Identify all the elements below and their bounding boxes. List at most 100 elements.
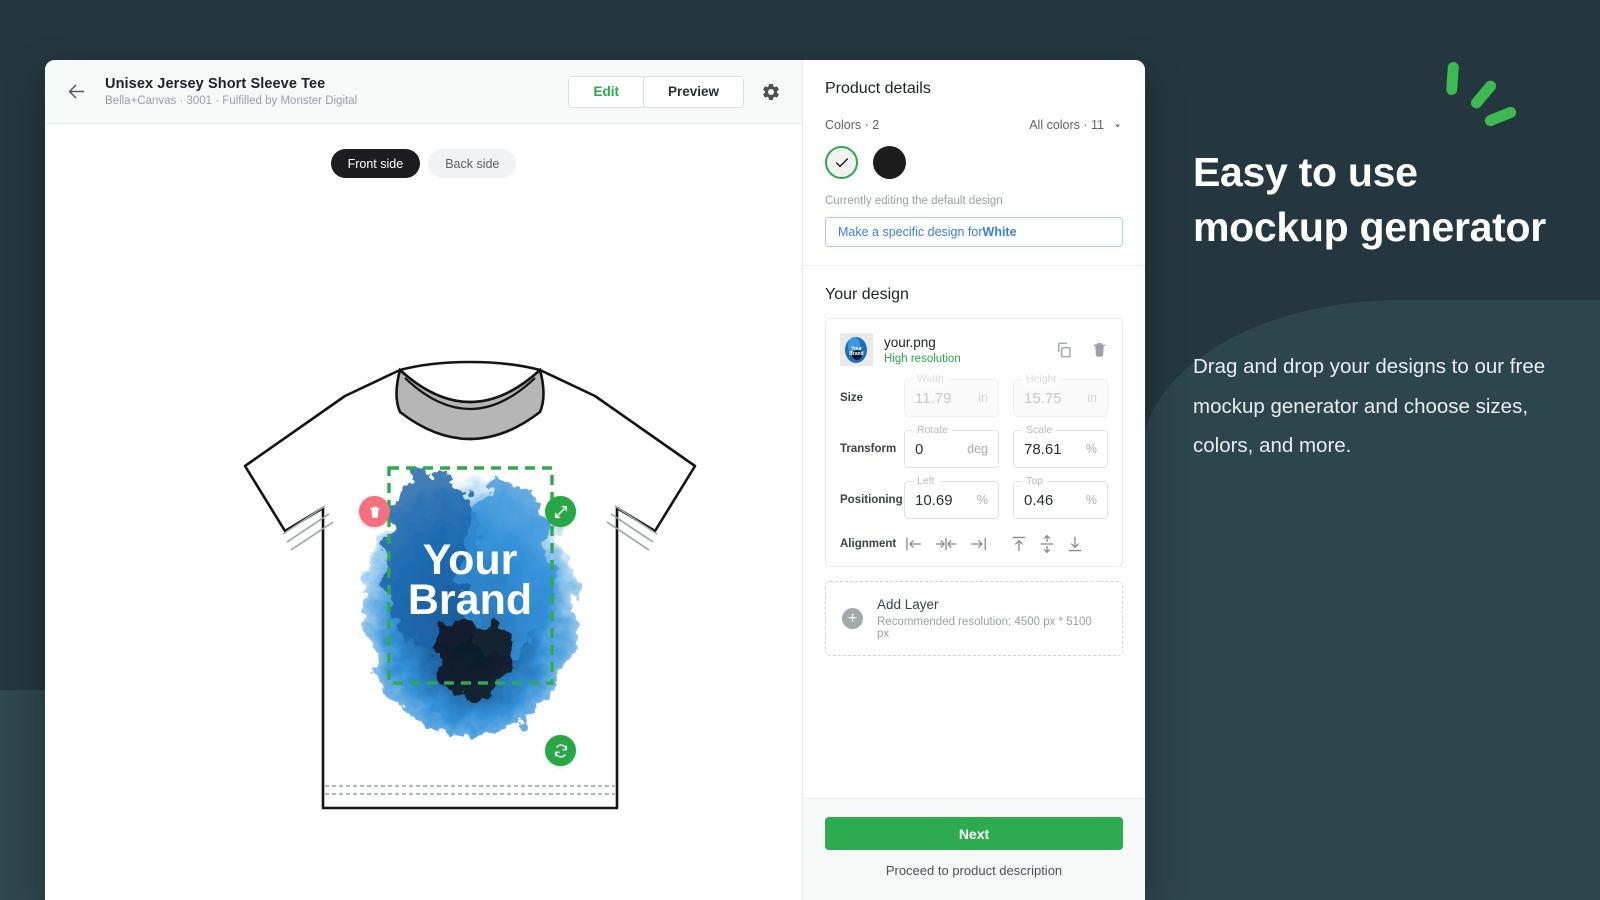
sparkle-dash-icon xyxy=(1483,105,1518,128)
height-unit: in xyxy=(1087,391,1097,405)
top-field[interactable]: Top 0.46 % xyxy=(1013,475,1108,519)
left-value: 10.69 xyxy=(915,491,953,509)
product-title-block: Unisex Jersey Short Sleeve Tee Bella+Can… xyxy=(105,76,554,107)
make-specific-design-button[interactable]: Make a specific design for White xyxy=(825,217,1123,247)
width-field[interactable]: Width 11.79 in xyxy=(904,373,999,417)
product-details-heading: Product details xyxy=(825,80,931,97)
sparkle-dash-icon xyxy=(1445,61,1460,96)
horizontal-alignment-group xyxy=(904,536,988,552)
rotate-caption: Rotate xyxy=(913,424,952,436)
mockup-generator-window: Unisex Jersey Short Sleeve Tee Bella+Can… xyxy=(45,60,1145,900)
add-layer-title: Add Layer xyxy=(877,597,939,612)
your-design-heading: Your design xyxy=(825,286,909,303)
align-left-icon[interactable] xyxy=(904,536,924,552)
all-colors-dropdown[interactable]: All colors · 11 xyxy=(1029,118,1123,132)
add-layer-subtitle: Recommended resolution: 4500 px * 5100 p… xyxy=(877,616,1092,640)
positioning-row: Positioning Left 10.69 % Top 0.46 % xyxy=(840,475,1108,519)
align-center-horizontal-icon[interactable] xyxy=(934,536,958,552)
delete-design-button[interactable] xyxy=(359,496,390,527)
plus-circle-icon: + xyxy=(842,608,863,629)
tab-front-side[interactable]: Front side xyxy=(330,149,421,178)
color-swatch-list xyxy=(825,146,1123,179)
rotate-value: 0 xyxy=(915,440,924,458)
copy-icon[interactable] xyxy=(1055,341,1073,359)
colors-count-label: Colors · 2 xyxy=(825,118,880,132)
design-resolution-status: High resolution xyxy=(884,352,961,365)
alignment-label: Alignment xyxy=(840,538,897,550)
check-icon xyxy=(835,157,848,167)
align-right-icon[interactable] xyxy=(968,536,988,552)
positioning-label: Positioning xyxy=(840,494,903,506)
size-row: Size Width 11.79 in Height 15.75 in xyxy=(840,373,1108,417)
product-details-pane: Product details Colors · 2 All colors · … xyxy=(802,60,1145,900)
scale-caption: Scale xyxy=(1022,424,1057,436)
align-bottom-icon[interactable] xyxy=(1066,535,1084,553)
tab-back-side[interactable]: Back side xyxy=(428,149,517,178)
design-layer-card: Your Brand your.png High resolution Size… xyxy=(825,318,1123,567)
side-toggle-group: Front side Back side xyxy=(45,149,802,178)
rotate-design-handle[interactable] xyxy=(545,735,576,766)
back-arrow-icon[interactable] xyxy=(61,77,91,107)
rotate-field[interactable]: Rotate 0 deg xyxy=(904,424,999,468)
color-swatch-white[interactable] xyxy=(825,146,858,179)
screenshot-root: Unisex Jersey Short Sleeve Tee Bella+Can… xyxy=(0,0,1600,900)
trash-icon[interactable] xyxy=(1091,341,1108,358)
top-unit: % xyxy=(1085,493,1097,507)
design-file-name: your.png xyxy=(884,334,936,350)
marketing-heading: Easy to use mockup generator xyxy=(1193,149,1546,250)
align-middle-vertical-icon[interactable] xyxy=(1038,534,1056,554)
product-subtitle: Bella+Canvas · 3001 · Fulfilled by Monst… xyxy=(105,95,358,107)
scale-field[interactable]: Scale 78.61 % xyxy=(1013,424,1108,468)
tab-preview[interactable]: Preview xyxy=(642,76,743,107)
size-label: Size xyxy=(840,392,864,404)
height-field[interactable]: Height 15.75 in xyxy=(1013,373,1108,417)
width-unit: in xyxy=(978,391,988,405)
tshirt-mockup: Your Brand xyxy=(243,360,697,810)
your-design-section: Your design xyxy=(803,266,1145,304)
marketing-panel: Easy to use mockup generator Drag and dr… xyxy=(1193,145,1565,466)
transform-label: Transform xyxy=(840,443,897,455)
all-colors-label: All colors · 11 xyxy=(1029,118,1104,132)
left-caption: Left xyxy=(913,475,939,487)
marketing-paragraph: Drag and drop your designs to our free m… xyxy=(1193,355,1546,458)
pane-footer: Next Proceed to product description xyxy=(803,798,1145,900)
page-title: Unisex Jersey Short Sleeve Tee xyxy=(105,76,326,92)
width-value: 11.79 xyxy=(915,389,952,407)
scale-design-handle[interactable] xyxy=(545,496,576,527)
next-button[interactable]: Next xyxy=(825,817,1123,850)
sparkle-dash-icon xyxy=(1468,78,1499,111)
top-value: 0.46 xyxy=(1024,491,1054,509)
add-layer-text: Add Layer Recommended resolution: 4500 p… xyxy=(877,597,1106,640)
design-thumbnail: Your Brand xyxy=(840,333,873,366)
gear-icon[interactable] xyxy=(758,79,784,105)
left-field[interactable]: Left 10.69 % xyxy=(904,475,999,519)
height-caption: Height xyxy=(1022,373,1061,385)
canvas-pane: Unisex Jersey Short Sleeve Tee Bella+Can… xyxy=(45,60,802,900)
design-file-meta: your.png High resolution xyxy=(884,335,961,365)
add-layer-button[interactable]: + Add Layer Recommended resolution: 4500… xyxy=(825,581,1123,656)
vertical-alignment-group xyxy=(1010,534,1084,554)
svg-text:Brand: Brand xyxy=(849,351,863,357)
height-value: 15.75 xyxy=(1024,389,1062,407)
edit-preview-toggle: Edit Preview xyxy=(568,75,744,108)
alignment-row: Alignment xyxy=(840,534,1108,554)
app-header: Unisex Jersey Short Sleeve Tee Bella+Can… xyxy=(45,60,802,124)
scale-value: 78.61 xyxy=(1024,440,1062,458)
editing-note: Currently editing the default design xyxy=(825,195,1003,207)
design-file-row: Your Brand your.png High resolution xyxy=(840,333,1108,366)
left-unit: % xyxy=(976,493,988,507)
tab-edit[interactable]: Edit xyxy=(569,76,643,107)
design-file-actions xyxy=(1055,341,1108,359)
make-specific-design-prefix: Make a specific design for xyxy=(838,225,983,239)
make-specific-design-color: White xyxy=(982,225,1017,239)
width-caption: Width xyxy=(913,373,948,385)
product-details-section: Product details Colors · 2 All colors · … xyxy=(803,60,1145,265)
color-swatch-black[interactable] xyxy=(873,146,906,179)
align-top-icon[interactable] xyxy=(1010,535,1028,553)
colors-row: Colors · 2 All colors · 11 xyxy=(825,118,1123,132)
top-caption: Top xyxy=(1022,475,1047,487)
footer-note: Proceed to product description xyxy=(885,863,1063,878)
chevron-down-icon xyxy=(1115,124,1120,127)
transform-row: Transform Rotate 0 deg Scale 78.61 % xyxy=(840,424,1108,468)
rotate-unit: deg xyxy=(967,442,988,456)
